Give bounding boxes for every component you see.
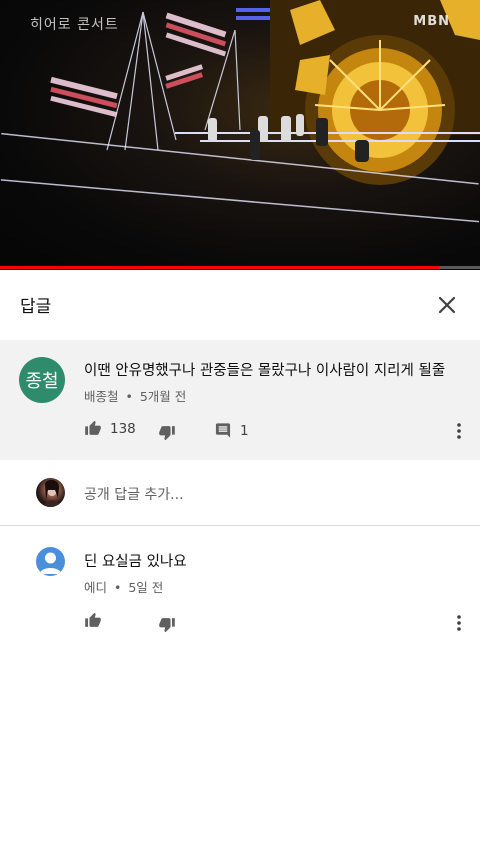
reply-text: 딘 요실금 있나요 [84,554,187,570]
comment-meta: 배종철 • 5개월 전 [84,386,186,405]
like-count: 138 [110,420,136,437]
profile-photo-icon [44,479,60,507]
close-button[interactable] [430,288,464,322]
reply-menu-button[interactable] [449,613,469,633]
comment-text: 이땐 안유명했구나 관중들은 몰랐구나 이사람이 지리게 될줄 [84,363,446,379]
add-reply-row[interactable]: 공개 답글 추가... [0,460,480,526]
comment-menu-button[interactable] [449,421,469,441]
user-avatar [36,478,65,507]
more-vert-icon [457,615,461,631]
concert-stage-image [0,0,480,223]
more-vert-icon [457,423,461,439]
comment-time: 5개월 전 [139,389,187,404]
replies-header: 답글 [0,270,480,340]
meta-separator: • [114,580,122,595]
comment-author[interactable]: 배종철 [84,389,119,404]
like-button[interactable]: 138 [84,420,136,437]
avatar[interactable] [36,547,65,576]
thumbs-up-icon [85,612,101,627]
video-player[interactable]: 히어로 콘서트 MBN [0,0,480,270]
reply-meta: 에디 • 5일 전 [84,577,163,596]
parent-comment: 종철 이땐 안유명했구나 관중들은 몰랐구나 이사람이 지리게 될줄 배종철 •… [0,340,480,460]
video-progress-fill [0,266,440,269]
video-progress-bar[interactable] [0,266,480,269]
default-person-icon [39,552,62,574]
thumbs-down-icon [159,618,175,633]
add-reply-input[interactable]: 공개 답글 추가... [84,484,184,504]
thumbs-down-icon [159,426,175,441]
channel-watermark: 히어로 콘서트 [30,17,119,33]
reply-dislike-button[interactable] [158,616,176,633]
avatar[interactable]: 종철 [19,357,65,403]
reply-like-button[interactable] [84,612,102,629]
comment-icon [215,423,231,438]
reply-author[interactable]: 에디 [84,580,107,595]
replies-title: 답글 [20,297,52,317]
meta-separator: • [125,389,133,404]
broadcaster-logo: MBN [413,14,450,29]
close-icon [438,296,456,314]
reply-time: 5일 전 [128,580,164,595]
reply-count-button[interactable]: 1 [214,422,249,439]
dislike-button[interactable] [158,424,176,441]
thumbs-up-icon [85,420,101,435]
reply-count: 1 [240,422,249,439]
